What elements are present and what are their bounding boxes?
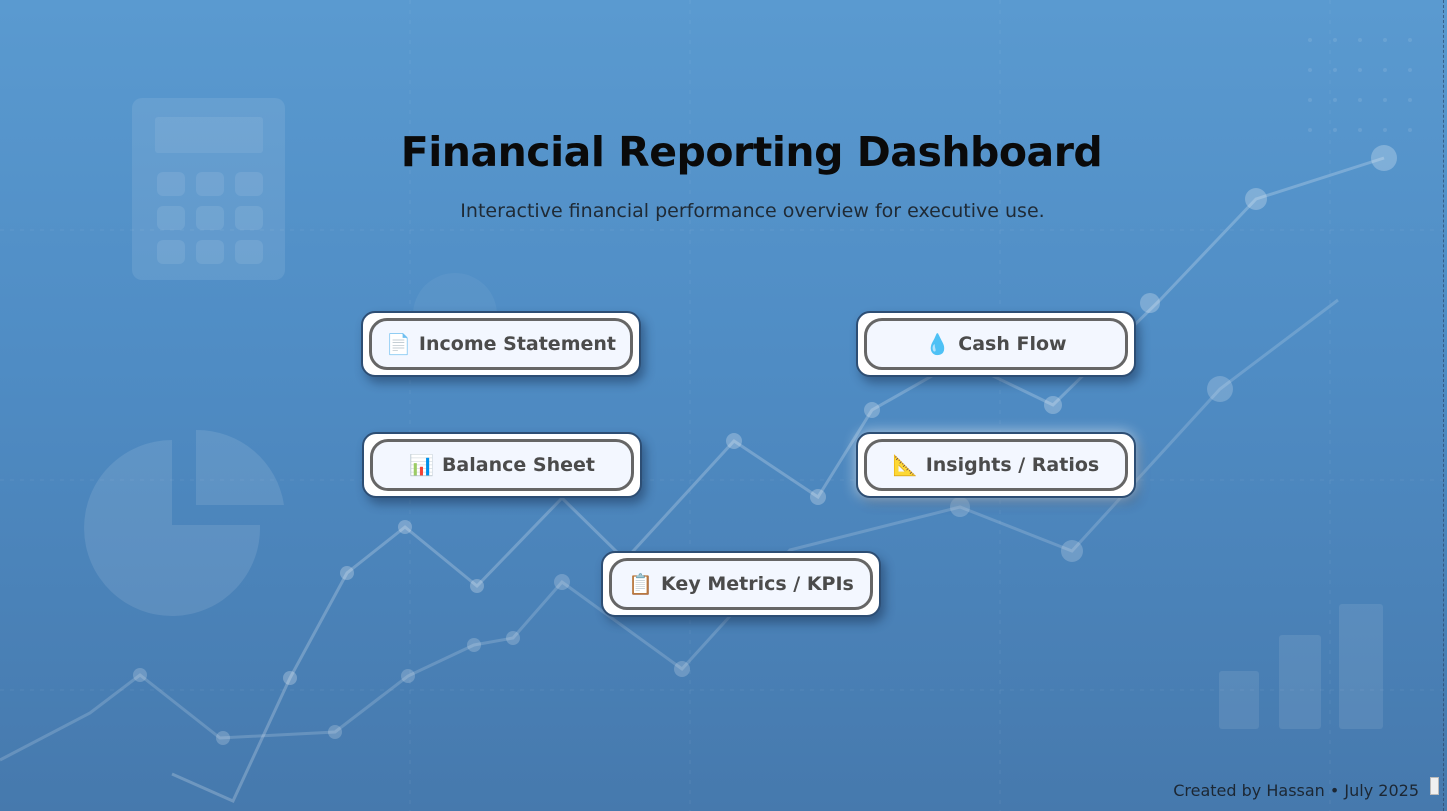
balance-sheet-button-face[interactable]: 📊 Balance Sheet (370, 439, 634, 491)
key-metrics-button[interactable]: 📋 Key Metrics / KPIs (601, 551, 881, 617)
scrollbar-thumb[interactable] (1430, 777, 1439, 795)
footer-credit: Created by Hassan • July 2025 (1173, 781, 1419, 800)
insights-ratios-button[interactable]: 📐 Insights / Ratios (856, 432, 1136, 498)
dashboard-canvas: Financial Reporting Dashboard Interactiv… (0, 0, 1447, 811)
document-icon: 📄 (386, 332, 411, 356)
clipboard-icon: 📋 (628, 572, 654, 596)
droplet-icon: 💧 (925, 332, 951, 356)
income-statement-button[interactable]: 📄 Income Statement (361, 311, 641, 377)
triangle-ruler-icon: 📐 (892, 453, 918, 477)
insights-ratios-label: Insights / Ratios (925, 454, 1100, 476)
balance-sheet-label: Balance Sheet (441, 454, 595, 476)
cash-flow-button[interactable]: 💧 Cash Flow (856, 311, 1136, 377)
income-statement-label: Income Statement (418, 333, 616, 355)
page-subtitle: Interactive financial performance overvi… (460, 200, 1045, 222)
bar-chart-decoration (1219, 604, 1383, 729)
calculator-icon (132, 98, 285, 280)
key-metrics-button-face[interactable]: 📋 Key Metrics / KPIs (609, 558, 873, 610)
key-metrics-label: Key Metrics / KPIs (661, 573, 854, 595)
balance-sheet-button[interactable]: 📊 Balance Sheet (362, 432, 642, 498)
background-illustration (0, 0, 1447, 811)
pie-chart-icon (84, 429, 284, 616)
insights-ratios-button-face[interactable]: 📐 Insights / Ratios (864, 439, 1128, 491)
cash-flow-button-face[interactable]: 💧 Cash Flow (864, 318, 1128, 370)
income-statement-button-face[interactable]: 📄 Income Statement (369, 318, 633, 370)
dot-pattern (1308, 38, 1412, 132)
page-title: Financial Reporting Dashboard (400, 128, 1103, 176)
bar-chart-icon: 📊 (409, 453, 434, 477)
cash-flow-label: Cash Flow (958, 333, 1067, 355)
